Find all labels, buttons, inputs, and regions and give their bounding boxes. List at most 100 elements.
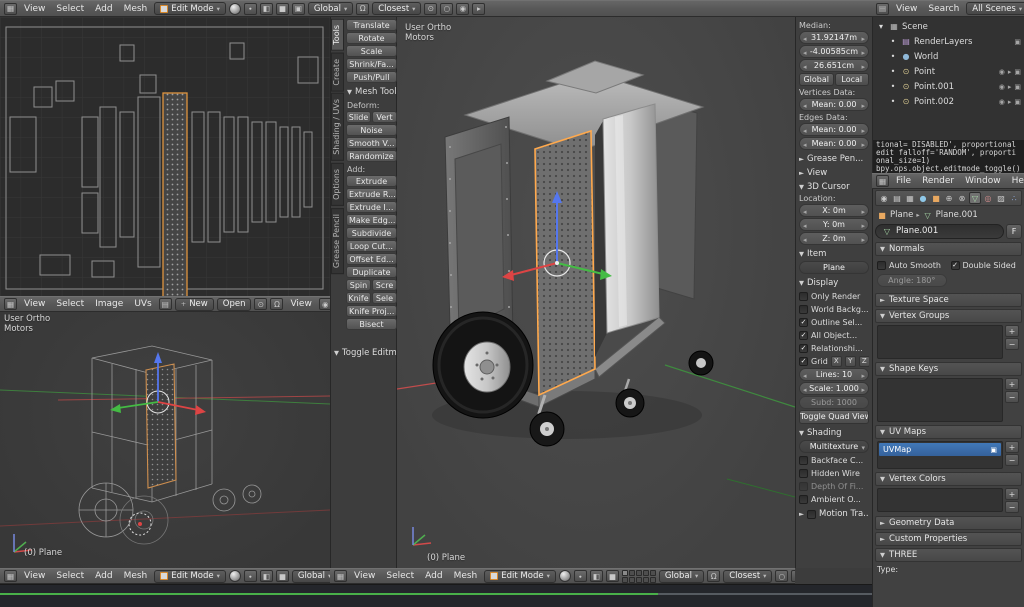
- view-panel-header[interactable]: ►View: [799, 168, 869, 178]
- wire-shading-dropdown[interactable]: [229, 570, 241, 582]
- vertex-groups-panel-header[interactable]: ▼Vertex Groups: [875, 309, 1022, 323]
- offset-edge-button[interactable]: Offset Ed...: [346, 253, 397, 265]
- visibility-eye-icon[interactable]: ◉: [999, 98, 1005, 106]
- constraints-tab-icon[interactable]: ⊕: [943, 192, 955, 204]
- mode-dropdown[interactable]: Edit Mode▾: [154, 2, 226, 15]
- shape-keys-panel-header[interactable]: ▼Shape Keys: [875, 362, 1022, 376]
- selectability-icon[interactable]: ▸: [1008, 83, 1012, 91]
- uv-maps-list[interactable]: UVMap ▣: [877, 441, 1003, 469]
- expand-icon[interactable]: ▾: [876, 22, 886, 31]
- object-tab-icon[interactable]: ■: [930, 192, 942, 204]
- tab-create[interactable]: Create: [331, 53, 344, 92]
- uv-maps-panel-header[interactable]: ▼UV Maps: [875, 425, 1022, 439]
- snap-peel-icon[interactable]: ⊙: [424, 3, 437, 15]
- grid-x-toggle[interactable]: X: [831, 356, 842, 367]
- tab-tools[interactable]: Tools: [331, 19, 344, 51]
- world-background-checkbox[interactable]: World Backg...: [799, 303, 869, 315]
- outliner-display-mode-dropdown[interactable]: All Scenes▾: [966, 2, 1024, 15]
- vertex-groups-list[interactable]: [877, 325, 1003, 359]
- item-panel-header[interactable]: ▼Item: [799, 249, 869, 259]
- grid-checkbox[interactable]: ✓GridXYZ: [799, 355, 869, 367]
- shading-mode-dropdown[interactable]: Multitexture▾: [799, 440, 869, 453]
- vertex-colors-list[interactable]: [877, 488, 1003, 512]
- main-orientation-dropdown[interactable]: Global▾: [659, 570, 704, 583]
- vertex-group-remove-button[interactable]: −: [1005, 338, 1019, 350]
- wire-selected-panel[interactable]: [146, 364, 176, 488]
- occlude-geometry-icon[interactable]: ▣: [292, 3, 305, 15]
- menu-add[interactable]: Add: [91, 4, 116, 14]
- local-toggle-button[interactable]: Local: [835, 73, 870, 86]
- ambient-occlusion-checkbox[interactable]: Ambient O...: [799, 493, 869, 505]
- main-render-icon[interactable]: ◉: [791, 570, 795, 582]
- scene-tab-icon[interactable]: ▦: [904, 192, 916, 204]
- median-z-field[interactable]: ◂26.651cm▸: [799, 59, 869, 72]
- viewport-shading-dropdown[interactable]: [229, 3, 241, 15]
- particles-tab-icon[interactable]: ∴: [1008, 192, 1020, 204]
- visibility-eye-icon[interactable]: ◉: [999, 68, 1005, 76]
- display-panel-header[interactable]: ▼Display: [799, 278, 869, 288]
- face-select-mode-icon[interactable]: ■: [276, 3, 289, 15]
- main-menu-mesh[interactable]: Mesh: [450, 571, 482, 581]
- toggle-editmode-panel-header[interactable]: ▼Toggle Editmode: [333, 345, 396, 360]
- shrink-fatten-button[interactable]: Shrink/Fa...: [346, 58, 397, 70]
- main-shading-dropdown[interactable]: [559, 570, 571, 582]
- shape-keys-list[interactable]: [877, 378, 1003, 422]
- renderlayer-camera-icon[interactable]: ▣: [1014, 38, 1021, 46]
- outliner-row-world[interactable]: • ● World: [876, 49, 1021, 64]
- main-snap-element-dropdown[interactable]: Closest▾: [723, 570, 772, 583]
- shape-key-remove-button[interactable]: −: [1005, 391, 1019, 403]
- snap-magnet-icon[interactable]: Ω: [356, 3, 369, 15]
- subdivide-button[interactable]: Subdivide: [346, 227, 397, 239]
- uv-menu-image[interactable]: Image: [91, 299, 127, 309]
- vertex-color-remove-button[interactable]: −: [1005, 501, 1019, 513]
- randomize-button[interactable]: Randomize: [346, 150, 397, 162]
- double-sided-checkbox[interactable]: ✓Double Sided: [951, 259, 1021, 271]
- loop-cut-button[interactable]: Loop Cut...: [346, 240, 397, 252]
- item-name-field[interactable]: Plane: [799, 261, 869, 274]
- outliner-editor-type-icon[interactable]: ▤: [876, 3, 889, 15]
- main-editor-type-icon[interactable]: ▦: [334, 570, 347, 582]
- toggle-quad-view-button[interactable]: Toggle Quad View: [799, 410, 869, 424]
- wireframe-3d-viewport[interactable]: User Ortho Motors (0) Plane: [0, 312, 330, 568]
- main-proportional-icon[interactable]: ○: [775, 570, 788, 582]
- cursor-panel-header[interactable]: ▼3D Cursor: [799, 182, 869, 192]
- main-snap-magnet-icon[interactable]: Ω: [707, 570, 720, 582]
- knife-select-button[interactable]: Sele: [372, 292, 397, 304]
- breadcrumb-object-name[interactable]: Plane: [890, 210, 913, 220]
- translate-button[interactable]: Translate: [346, 19, 397, 31]
- vertex-bevel-weight-field[interactable]: ◂Mean: 0.00▸: [799, 98, 869, 111]
- tab-options[interactable]: Options: [331, 163, 344, 206]
- main-mode-dropdown[interactable]: Edit Mode▾: [484, 570, 556, 583]
- grid-z-toggle[interactable]: Z: [859, 356, 869, 367]
- edge-slide-button[interactable]: Slide: [346, 111, 371, 123]
- extrude-individual-button[interactable]: Extrude I...: [346, 201, 397, 213]
- menu-render[interactable]: Render: [918, 176, 958, 186]
- mesh-tools-panel-header[interactable]: ▼Mesh Tool: [346, 84, 397, 99]
- uv-editor-canvas[interactable]: [0, 17, 330, 296]
- extrude-button[interactable]: Extrude: [346, 175, 397, 187]
- uvmap-add-button[interactable]: +: [1005, 441, 1019, 453]
- render-layers-tab-icon[interactable]: ▤: [891, 192, 903, 204]
- world-tab-icon[interactable]: ●: [917, 192, 929, 204]
- menu-file[interactable]: File: [892, 176, 915, 186]
- info-editor-type-icon[interactable]: ▦: [876, 175, 889, 187]
- smooth-vertex-button[interactable]: Smooth V...: [346, 137, 397, 149]
- normals-panel-header[interactable]: ▼Normals: [875, 242, 1022, 256]
- outliner-row-point001[interactable]: • ⊙ Point.001 ◉▸▣: [876, 79, 1021, 94]
- uvmap-remove-button[interactable]: −: [1005, 454, 1019, 466]
- scale-button[interactable]: Scale: [346, 45, 397, 57]
- renderability-icon[interactable]: ▣: [1014, 98, 1021, 106]
- main-edge-mode-icon[interactable]: ◧: [590, 570, 603, 582]
- main-3d-viewport[interactable]: User Ortho Motors (0) Plane: [397, 17, 795, 568]
- knife-button[interactable]: Knife: [346, 292, 371, 304]
- edge-select-mode-icon[interactable]: ◧: [260, 3, 273, 15]
- uv-editor-type-icon[interactable]: ▦: [4, 298, 17, 310]
- outliner-row-scene[interactable]: ▾ ▦ Scene: [876, 19, 1021, 34]
- cursor-y-field[interactable]: ◂Y: 0m▸: [799, 218, 869, 231]
- grid-scale-field[interactable]: ◂Scale: 1.000▸: [799, 382, 869, 395]
- noise-button[interactable]: Noise: [346, 124, 397, 136]
- texture-space-panel-header[interactable]: ►Texture Space: [875, 293, 1022, 307]
- knife-project-button[interactable]: Knife Proj...: [346, 305, 397, 317]
- image-browse-icon[interactable]: ▤: [159, 298, 172, 310]
- make-edge-face-button[interactable]: Make Edg...: [346, 214, 397, 226]
